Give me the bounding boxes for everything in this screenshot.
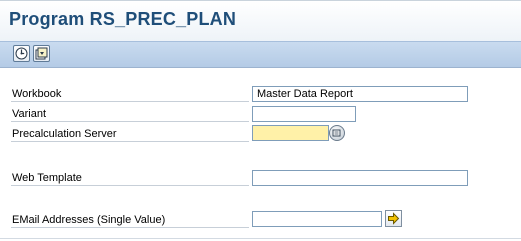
get-variant-button[interactable] [33,45,50,62]
email-addresses-label: EMail Addresses (Single Value) [12,214,166,226]
value-help-icon [332,129,341,137]
separator [11,121,249,122]
precalculation-server-field[interactable] [252,125,329,141]
page-title: Program RS_PREC_PLAN [9,9,237,29]
variant-label: Variant [12,108,47,120]
application-toolbar [0,41,521,68]
workbook-field[interactable]: Master Data Report [252,86,468,102]
variant-field[interactable] [252,106,356,122]
workbook-label: Workbook [12,88,62,100]
precalculation-server-label: Precalculation Server [12,128,117,140]
separator [11,101,249,102]
arrow-right-icon [388,212,400,225]
value-help-button[interactable] [329,125,345,141]
web-template-field[interactable] [252,170,468,186]
get-variant-icon [35,47,48,60]
separator [11,141,249,142]
multiple-selection-button[interactable] [385,210,402,227]
bottom-border [0,238,521,239]
separator [11,185,249,186]
separator [11,227,249,228]
execute-button[interactable] [13,45,30,62]
email-addresses-field[interactable] [252,211,382,227]
title-bar: Program RS_PREC_PLAN [0,1,521,41]
execute-icon [15,47,28,60]
web-template-label: Web Template [12,172,82,184]
